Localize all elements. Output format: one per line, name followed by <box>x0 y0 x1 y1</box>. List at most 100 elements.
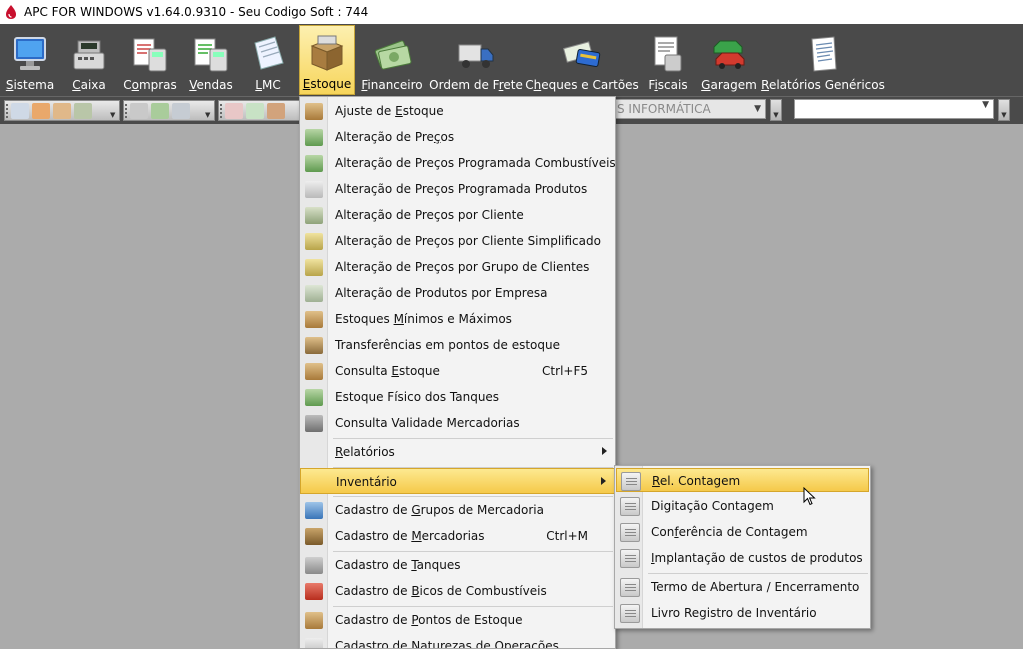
menu-item-cadastro-bicos[interactable]: Cadastro de Bicos de Combustíveis <box>300 578 615 604</box>
menu-item-cadastro-mercadorias[interactable]: Cadastro de Mercadorias Ctrl+M <box>300 523 615 549</box>
printer-tool-icon[interactable] <box>130 102 148 119</box>
menu-item-precos-por-cliente[interactable]: Alteração de Preços por Cliente <box>300 202 615 228</box>
menu-item-label: Alteração de Preços por Cliente <box>335 208 524 222</box>
toolbar-overflow-button[interactable]: ▼ <box>770 99 782 121</box>
submenu-item-digitacao-contagem[interactable]: Digitação Contagem <box>616 494 869 518</box>
menu-item-cadastro-pontos-estoque[interactable]: Cadastro de Pontos de Estoque <box>300 607 615 633</box>
toolbar-group-2: ▼ <box>123 100 215 121</box>
menu-item-ajuste-estoque[interactable]: Ajuste de Estoque <box>300 98 615 124</box>
ribbon-garagem-button[interactable]: Garagem <box>701 25 757 95</box>
app-logo-icon <box>6 5 16 19</box>
menu-item-produtos-por-empresa[interactable]: Alteração de Produtos por Empresa <box>300 280 615 306</box>
toolbar-grip[interactable] <box>6 104 8 118</box>
menu-item-estoque-fisico-tanques[interactable]: Estoque Físico dos Tanques <box>300 384 615 410</box>
menu-item-alteracao-precos[interactable]: Alteração de Preços <box>300 124 615 150</box>
submenu-item-implantacao-custos[interactable]: Implantação de custos de produtos <box>616 546 869 570</box>
submenu-item-rel-contagem[interactable]: Rel. Contagem <box>616 468 869 492</box>
submenu-item-termo-abertura[interactable]: Termo de Abertura / Encerramento <box>616 575 869 599</box>
ribbon-label: Garagem <box>701 78 757 92</box>
report-document-icon <box>620 549 640 568</box>
ribbon-relatorios-genericos-button[interactable]: Relatórios Genéricos <box>761 25 885 95</box>
company-select[interactable]: S INFORMÁTICA ▼ <box>614 99 766 119</box>
money-tool-icon[interactable] <box>151 102 169 119</box>
submenu-item-livro-registro[interactable]: Livro Registro de Inventário <box>616 601 869 625</box>
report-document-icon <box>620 497 640 516</box>
menu-item-label: Inventário <box>336 475 397 489</box>
chevron-down-icon[interactable]: ▼ <box>110 111 118 119</box>
menu-item-label: Cadastro de Naturezas de Operações <box>335 639 559 649</box>
scale-tool-icon[interactable] <box>172 102 190 119</box>
truck-icon <box>458 44 494 68</box>
menu-item-label: Ajuste de Estoque <box>335 104 444 118</box>
ribbon-compras-button[interactable]: Compras <box>122 25 178 95</box>
menu-item-label: Estoque Físico dos Tanques <box>335 390 500 404</box>
inventario-submenu: Rel. Contagem Digitação Contagem Conferê… <box>614 465 871 629</box>
menu-item-inventario[interactable]: Inventário <box>300 468 615 494</box>
toolbar-grip[interactable] <box>220 104 222 118</box>
menu-item-label: Cadastro de Tanques <box>335 558 461 572</box>
fuel-pump-icon <box>305 583 323 600</box>
secondary-select[interactable]: ▼ <box>794 99 994 119</box>
price-tag-icon <box>305 155 323 172</box>
chevron-down-icon[interactable]: ▼ <box>205 111 213 119</box>
image-tool-icon[interactable] <box>11 102 29 119</box>
edit-tool-icon[interactable] <box>74 102 92 119</box>
menu-item-consulta-estoque[interactable]: Consulta Estoque Ctrl+F5 <box>300 358 615 384</box>
ribbon-financeiro-button[interactable]: Financeiro <box>361 25 423 95</box>
menu-item-precos-grupo-clientes[interactable]: Alteração de Preços por Grupo de Cliente… <box>300 254 615 280</box>
menu-item-label: Alteração de Preços Programada Produtos <box>335 182 588 196</box>
main-ribbon: Sistema Caixa Compras Vendas LMC Estoque… <box>0 24 1023 96</box>
ribbon-label: LMC <box>255 78 281 92</box>
ribbon-lmc-button[interactable]: LMC <box>247 25 289 95</box>
menu-item-cadastro-grupos-mercadoria[interactable]: Cadastro de Grupos de Mercadoria <box>300 497 615 523</box>
ribbon-sistema-button[interactable]: Sistema <box>4 25 56 95</box>
submenu-arrow-icon <box>601 477 606 485</box>
merchandise-box-icon <box>305 528 323 545</box>
ribbon-ordem-frete-button[interactable]: Ordem de Frete <box>429 25 523 95</box>
reports-icon <box>811 36 837 72</box>
report-document-icon <box>620 523 640 542</box>
ribbon-fiscais-button[interactable]: Fiscais <box>645 25 691 95</box>
person-tool-icon[interactable] <box>267 102 285 119</box>
menu-item-label: Consulta Estoque <box>335 364 440 378</box>
menu-item-estoques-minimos-maximos[interactable]: Estoques Mínimos e Máximos <box>300 306 615 332</box>
menu-item-label: Relatórios <box>335 445 395 459</box>
company-products-icon <box>305 285 323 302</box>
menu-item-precos-programada-produtos[interactable]: Alteração de Preços Programada Produtos <box>300 176 615 202</box>
chevron-down-icon[interactable]: ▼ <box>754 100 761 118</box>
stock-point-icon <box>305 612 323 629</box>
ribbon-caixa-button[interactable]: Caixa <box>68 25 110 95</box>
report-document-icon <box>620 578 640 597</box>
submenu-item-conferencia-contagem[interactable]: Conferência de Contagem <box>616 520 869 544</box>
chevron-down-icon[interactable]: ▼ <box>982 100 989 110</box>
ribbon-cheques-cartoes-button[interactable]: Cheques e Cartões <box>525 25 639 95</box>
ribbon-label: Sistema <box>5 78 55 92</box>
menu-item-label: Cadastro de Grupos de Mercadoria <box>335 503 544 517</box>
menu-item-precos-cliente-simplificado[interactable]: Alteração de Preços por Cliente Simplifi… <box>300 228 615 254</box>
document-tool-icon[interactable] <box>225 102 243 119</box>
toolbar-group-1: ▼ <box>4 100 120 121</box>
menu-item-label: Alteração de Preços por Grupo de Cliente… <box>335 260 590 274</box>
menu-item-label: Alteração de Preços <box>335 130 455 144</box>
report-document-icon <box>621 472 641 491</box>
menu-shortcut: Ctrl+F5 <box>542 364 588 378</box>
menu-item-cadastro-naturezas-operacoes[interactable]: Cadastro de Naturezas de Operações <box>300 633 615 649</box>
menu-item-precos-programada-combustiveis[interactable]: Alteração de Preços Programada Combustív… <box>300 150 615 176</box>
ribbon-label: Ordem de Frete <box>429 78 523 92</box>
sheet-tool-icon[interactable] <box>246 102 264 119</box>
users-tool-icon[interactable] <box>53 102 71 119</box>
user-tool-icon[interactable] <box>32 102 50 119</box>
menu-item-relatorios[interactable]: Relatórios <box>300 439 615 465</box>
ribbon-estoque-button[interactable]: Estoque <box>299 25 355 95</box>
ribbon-vendas-button[interactable]: Vendas <box>187 25 235 95</box>
toolbar-overflow-button[interactable]: ▼ <box>998 99 1010 121</box>
tank-icon <box>305 389 323 406</box>
money-icon <box>374 40 412 70</box>
toolbar-grip[interactable] <box>125 104 127 118</box>
cash-register-icon <box>73 40 105 70</box>
menu-item-consulta-validade[interactable]: Consulta Validade Mercadorias <box>300 410 615 436</box>
menu-item-transferencias-pontos-estoque[interactable]: Transferências em pontos de estoque <box>300 332 615 358</box>
submenu-arrow-icon <box>602 447 607 455</box>
menu-item-cadastro-tanques[interactable]: Cadastro de Tanques <box>300 552 615 578</box>
menu-shortcut: Ctrl+M <box>546 529 588 543</box>
